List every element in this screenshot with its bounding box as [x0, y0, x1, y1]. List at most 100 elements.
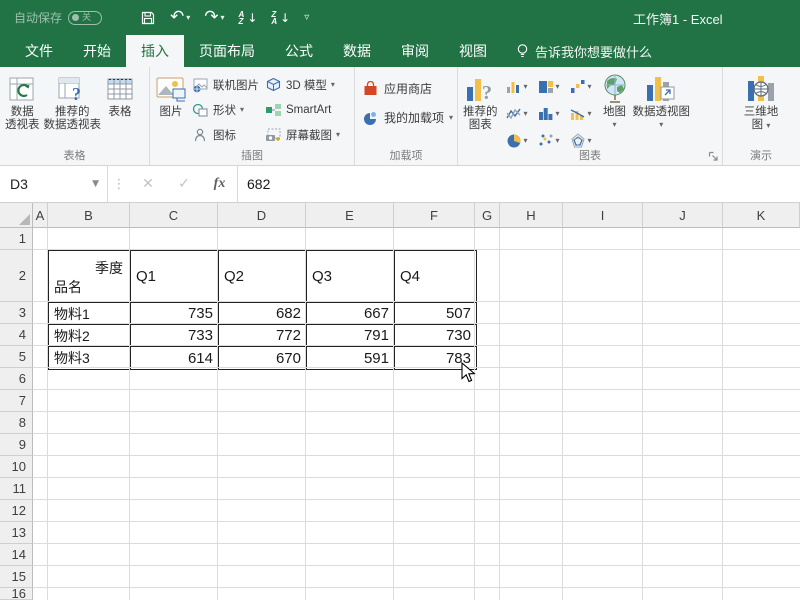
tab-数据[interactable]: 数据: [328, 35, 386, 67]
value-cell[interactable]: 614: [131, 347, 219, 369]
column-header-H[interactable]: H: [500, 203, 563, 228]
treemap-chart-button[interactable]: ▾: [534, 74, 565, 99]
row-header-9[interactable]: 9: [0, 434, 33, 456]
store-button[interactable]: 应用商店: [358, 78, 457, 99]
sort-descending-button[interactable]: ZA↓: [271, 11, 290, 25]
quarter-header-cell-Q3[interactable]: Q3: [307, 251, 395, 303]
screenshot-button[interactable]: 屏幕截图 ▾: [262, 122, 343, 147]
3d-models-button[interactable]: 3D 模型 ▾: [262, 72, 343, 97]
column-header-K[interactable]: K: [723, 203, 800, 228]
row-header-15[interactable]: 15: [0, 566, 33, 588]
maps-button[interactable]: 地图 ▾: [599, 70, 631, 129]
shapes-button[interactable]: 形状 ▾: [189, 97, 262, 122]
row-header-1[interactable]: 1: [0, 228, 33, 250]
row-header-14[interactable]: 14: [0, 544, 33, 566]
3d-model-icon: [265, 77, 282, 93]
tab-页面布局[interactable]: 页面布局: [184, 35, 270, 67]
tab-插入[interactable]: 插入: [126, 35, 184, 67]
ribbon-group-charts: ? 推荐的图表 ▾▾▾▾▾▾▾▾▾ 地图 ▾ 数据透视图 ▾ 图表: [458, 67, 723, 165]
pivottable-button[interactable]: 数据透视表: [3, 70, 42, 132]
waterfall-chart-button[interactable]: ▾: [566, 74, 597, 99]
histogram-chart-button[interactable]: ▾: [534, 101, 565, 126]
3d-map-button[interactable]: 三维地 图 ▾: [742, 70, 781, 132]
column-header-F[interactable]: F: [394, 203, 475, 228]
row-header-12[interactable]: 12: [0, 500, 33, 522]
tell-me-box[interactable]: 告诉我你想要做什么: [516, 35, 652, 67]
row-header-2[interactable]: 2: [0, 250, 33, 302]
column-header-I[interactable]: I: [563, 203, 643, 228]
tab-文件[interactable]: 文件: [10, 35, 68, 67]
name-box-caret-icon: ▼: [92, 179, 99, 189]
icons-button[interactable]: 图标: [189, 122, 262, 147]
value-cell[interactable]: 735: [131, 303, 219, 325]
column-header-J[interactable]: J: [643, 203, 723, 228]
quarter-header-cell-Q1[interactable]: Q1: [131, 251, 219, 303]
value-cell[interactable]: 591: [307, 347, 395, 369]
value-cell[interactable]: 682: [219, 303, 307, 325]
line-chart-button[interactable]: ▾: [502, 101, 533, 126]
toggle-dot-icon: [72, 14, 79, 21]
enter-button[interactable]: ✓: [166, 166, 202, 202]
row-header-13[interactable]: 13: [0, 522, 33, 544]
value-cell[interactable]: 730: [395, 325, 476, 347]
row-header-8[interactable]: 8: [0, 412, 33, 434]
table-header-corner-cell[interactable]: 季度品名: [49, 251, 131, 303]
row-header-10[interactable]: 10: [0, 456, 33, 478]
row-header-7[interactable]: 7: [0, 390, 33, 412]
save-button[interactable]: [140, 10, 156, 26]
quarter-header-cell-Q2[interactable]: Q2: [219, 251, 307, 303]
column-header-E[interactable]: E: [306, 203, 394, 228]
select-all-button[interactable]: [0, 203, 33, 228]
row-header-4[interactable]: 4: [0, 324, 33, 346]
undo-button[interactable]: ↶▾: [170, 9, 190, 26]
value-cell[interactable]: 733: [131, 325, 219, 347]
value-cell[interactable]: 667: [307, 303, 395, 325]
value-cell[interactable]: 791: [307, 325, 395, 347]
column-chart-icon: [506, 79, 522, 94]
material-name-cell[interactable]: 物料1: [49, 303, 131, 325]
name-box[interactable]: D3 ▼: [0, 166, 108, 202]
value-cell[interactable]: 507: [395, 303, 476, 325]
my-addins-button[interactable]: 我的加载项 ▾: [358, 107, 457, 128]
combo-chart-button[interactable]: ▾: [566, 101, 597, 126]
online-pictures-button[interactable]: 联机图片: [189, 72, 262, 97]
table-button[interactable]: 表格: [103, 70, 137, 119]
customize-qat-button[interactable]: ▿: [304, 12, 309, 23]
value-cell[interactable]: 772: [219, 325, 307, 347]
sort-ascending-button[interactable]: AZ↓: [239, 11, 258, 25]
row-header-11[interactable]: 11: [0, 478, 33, 500]
line-chart-caret-icon: ▾: [523, 109, 527, 118]
recommended-charts-button[interactable]: ? 推荐的图表: [461, 70, 500, 132]
row-header-3[interactable]: 3: [0, 302, 33, 324]
formula-input[interactable]: 682: [238, 166, 800, 202]
redo-button[interactable]: ↷▾: [204, 9, 224, 26]
row-header-16[interactable]: 16: [0, 588, 33, 600]
column-chart-button[interactable]: ▾: [502, 74, 533, 99]
column-header-C[interactable]: C: [130, 203, 218, 228]
column-header-D[interactable]: D: [218, 203, 306, 228]
tab-视图[interactable]: 视图: [444, 35, 502, 67]
column-header-B[interactable]: B: [48, 203, 130, 228]
column-header-A[interactable]: A: [33, 203, 48, 228]
tab-公式[interactable]: 公式: [270, 35, 328, 67]
row-header-5[interactable]: 5: [0, 346, 33, 368]
row-header-6[interactable]: 6: [0, 368, 33, 390]
tab-开始[interactable]: 开始: [68, 35, 126, 67]
recommended-pivottables-button[interactable]: ? 推荐的数据透视表: [42, 70, 104, 132]
smartart-button[interactable]: SmartArt: [262, 97, 343, 122]
value-cell[interactable]: 670: [219, 347, 307, 369]
autosave-label: 自动保存: [14, 9, 62, 26]
tab-审阅[interactable]: 审阅: [386, 35, 444, 67]
insert-function-button[interactable]: fx: [202, 166, 238, 202]
autosave-toggle[interactable]: 自动保存 关: [14, 9, 102, 26]
material-name-cell[interactable]: 物料3: [49, 347, 131, 369]
icons-label: 图标: [213, 127, 236, 143]
3d-map-label: 三维地: [744, 106, 779, 119]
material-name-cell[interactable]: 物料2: [49, 325, 131, 347]
quarter-header-cell-Q4[interactable]: Q4: [395, 251, 476, 303]
worksheet-grid[interactable]: 季度品名Q1Q2Q3Q4物料1735682667507物料27337727917…: [0, 203, 800, 600]
cancel-button[interactable]: ✕: [130, 166, 166, 202]
column-header-G[interactable]: G: [475, 203, 500, 228]
pictures-button[interactable]: 图片: [153, 70, 189, 119]
pivotchart-button[interactable]: 数据透视图 ▾: [631, 70, 693, 129]
